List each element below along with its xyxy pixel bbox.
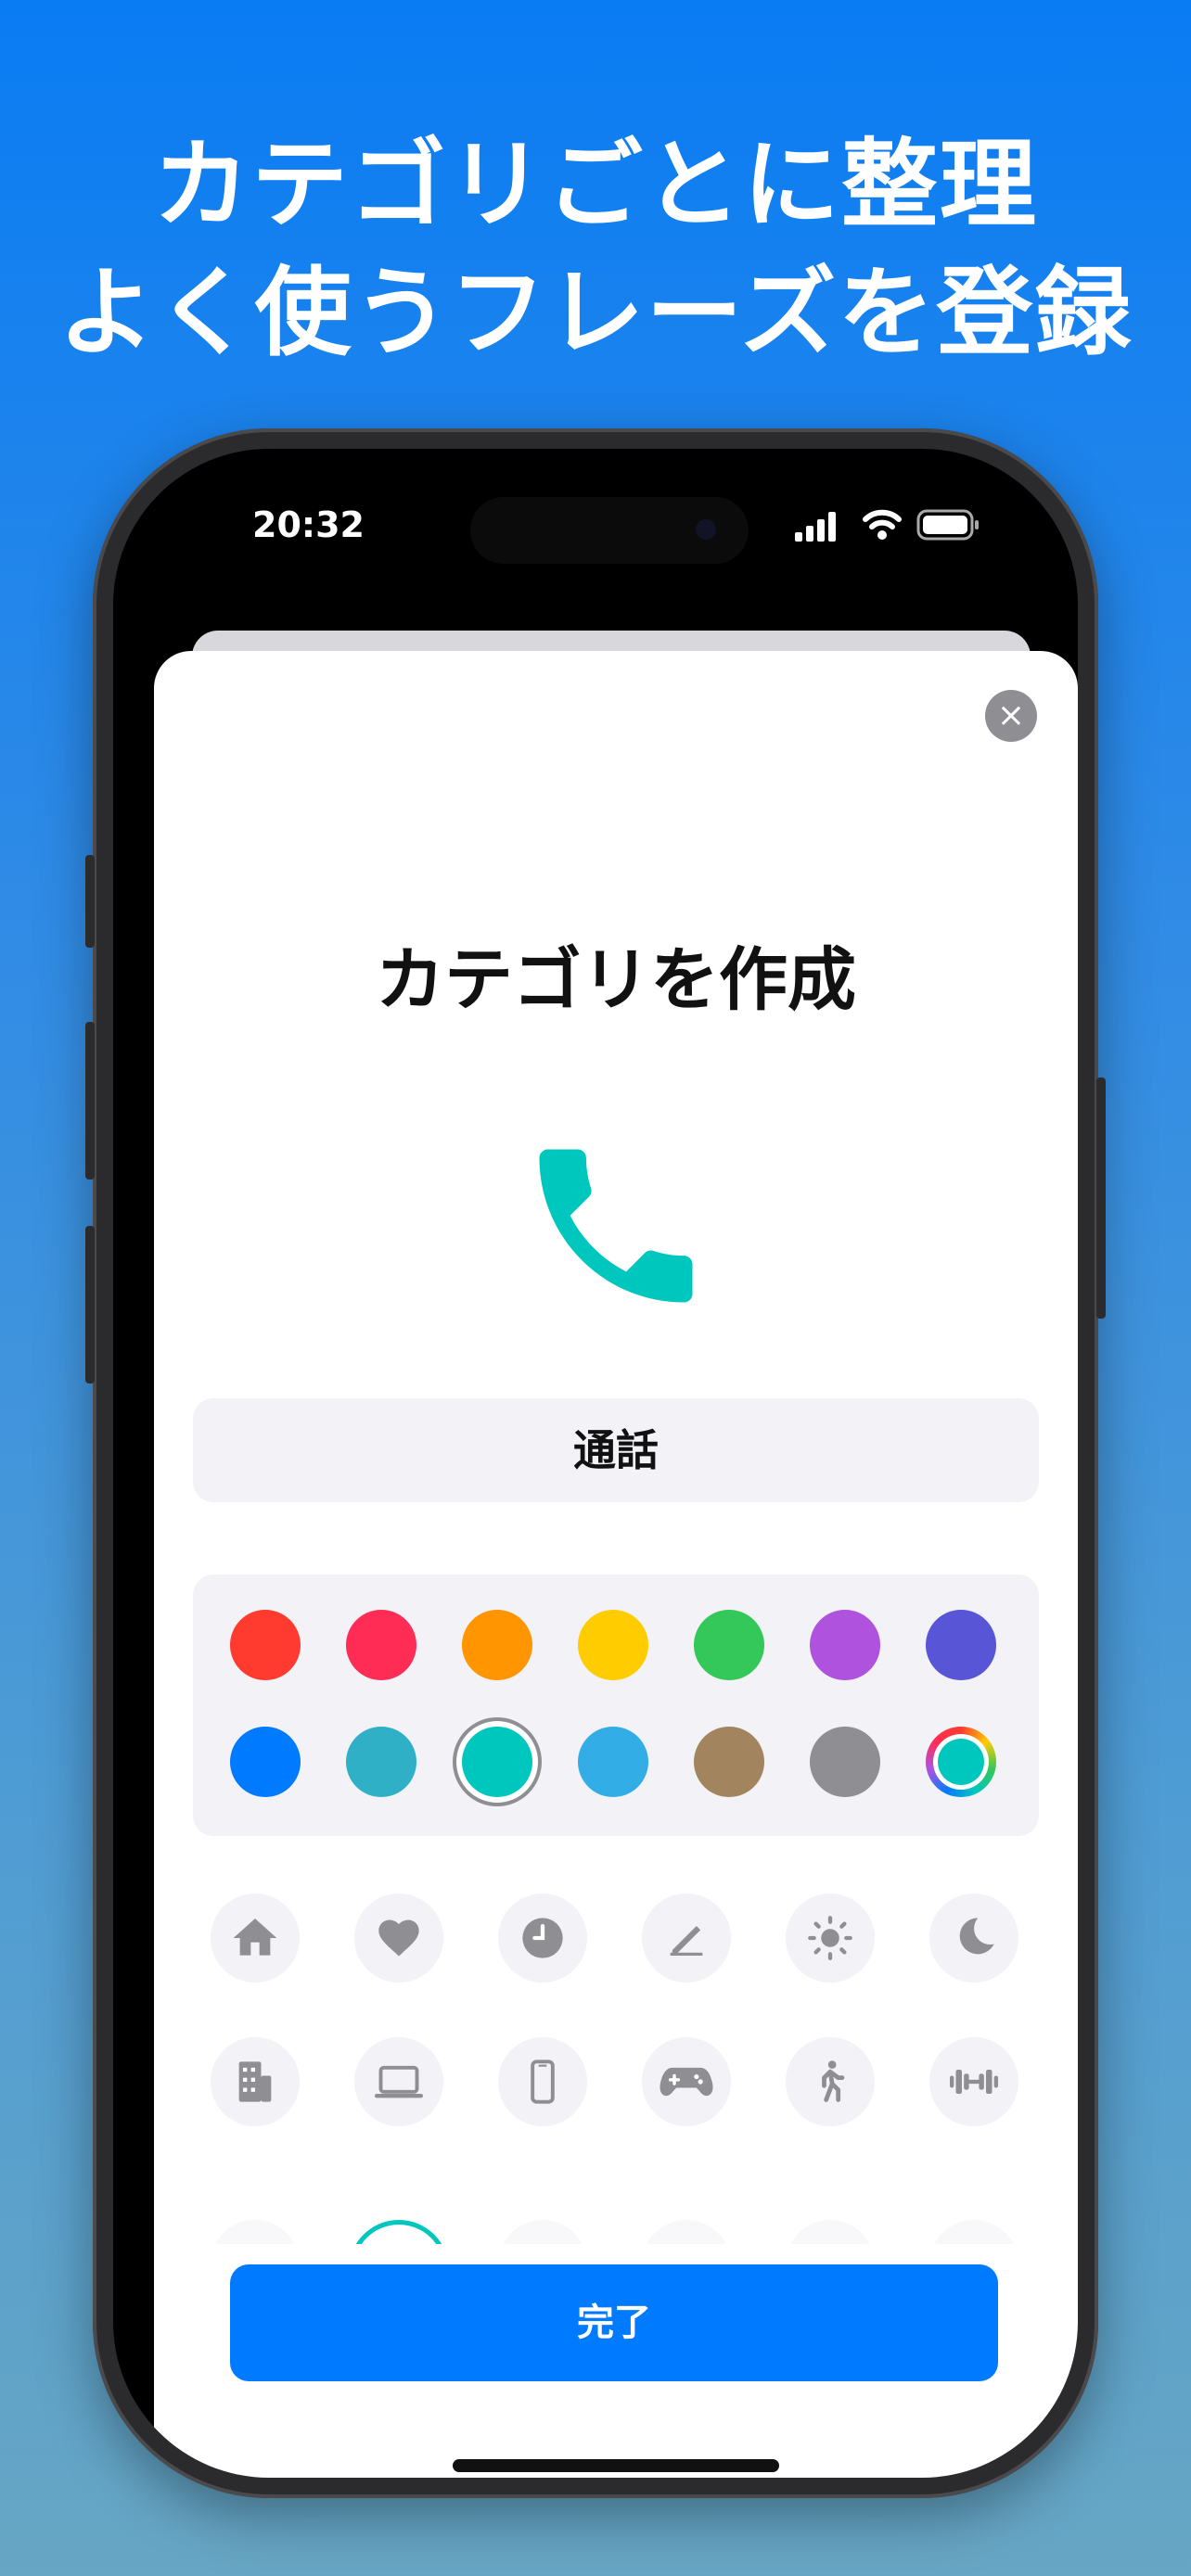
clock-icon (522, 1918, 563, 1958)
icon-option-sun[interactable] (786, 1894, 875, 1983)
icon-option-selected[interactable] (349, 2220, 449, 2244)
icon-option-clipped[interactable] (642, 2220, 731, 2244)
sun-icon (808, 1916, 852, 1960)
done-button[interactable]: 完了 (230, 2264, 998, 2381)
action-button (85, 855, 95, 948)
icon-option-gamecontroller[interactable] (642, 2037, 731, 2126)
category-name-field[interactable]: 通話 (193, 1398, 1039, 1502)
color-swatch-cyan[interactable] (578, 1727, 648, 1797)
color-swatch-brown[interactable] (694, 1727, 764, 1797)
icon-option-building[interactable] (211, 2037, 300, 2126)
icon-option-pencil[interactable] (642, 1894, 731, 1983)
icon-option-clipped[interactable] (498, 2220, 587, 2244)
walking-icon (822, 2060, 845, 2102)
cellular-signal-icon (795, 512, 836, 542)
smartphone-icon (531, 2060, 555, 2104)
icon-option-clipped[interactable] (929, 2220, 1018, 2244)
dumbbell-icon (950, 2070, 998, 2094)
color-swatch-gray[interactable] (810, 1727, 880, 1797)
icon-option-smartphone[interactable] (498, 2037, 587, 2126)
color-swatch-green[interactable] (694, 1610, 764, 1680)
icon-option-dumbbell[interactable] (929, 2037, 1018, 2126)
headline-line-1: カテゴリごとに整理 (152, 128, 1038, 241)
icon-option-laptop[interactable] (354, 2037, 443, 2126)
color-swatch-mint-selected[interactable] (462, 1727, 532, 1797)
status-time: 20:32 (252, 504, 365, 545)
phone-screen: 20:32 × カテゴリを作成 通話 完了 (113, 449, 1078, 2478)
status-bar: 20:32 (113, 449, 1078, 564)
icon-option-moon[interactable] (929, 1894, 1018, 1983)
wifi-icon (863, 509, 902, 540)
power-button (1096, 1078, 1106, 1319)
icon-option-heart[interactable] (354, 1894, 443, 1983)
color-swatch-yellow[interactable] (578, 1610, 648, 1680)
icon-option-walking[interactable] (786, 2037, 875, 2126)
battery-icon (916, 509, 979, 541)
phone-icon (539, 1149, 693, 1303)
close-button[interactable]: × (985, 690, 1037, 742)
custom-color-picker[interactable] (926, 1727, 996, 1797)
sheet-title: カテゴリを作成 (376, 940, 856, 1020)
pencil-icon (670, 1926, 703, 1956)
color-swatch-indigo[interactable] (926, 1610, 996, 1680)
gamecontroller-icon (660, 2067, 713, 2097)
color-picker (193, 1575, 1039, 1836)
house-icon (233, 1919, 277, 1956)
color-swatch-red[interactable] (230, 1610, 301, 1680)
icon-option-house[interactable] (211, 1894, 300, 1983)
icon-option-clipped[interactable] (211, 2220, 300, 2244)
building-icon (238, 2061, 272, 2102)
icon-grid-clipped-row (154, 2201, 1078, 2244)
icon-option-clock[interactable] (498, 1894, 587, 1983)
laptop-icon (375, 2065, 423, 2098)
volume-up-button (85, 1022, 95, 1180)
color-swatch-purple[interactable] (810, 1610, 880, 1680)
heart-icon (378, 1919, 419, 1957)
moon-icon (959, 1918, 994, 1955)
color-swatch-blue[interactable] (230, 1727, 301, 1797)
color-swatch-teal[interactable] (346, 1727, 416, 1797)
home-indicator (453, 2459, 779, 2472)
camera-icon (688, 512, 724, 547)
headline-line-2: よく使うフレーズを登録 (58, 256, 1133, 369)
color-swatch-pink[interactable] (346, 1610, 416, 1680)
icon-option-clipped[interactable] (786, 2220, 875, 2244)
color-swatch-orange[interactable] (462, 1610, 532, 1680)
phone-frame: 20:32 × カテゴリを作成 通話 完了 (85, 428, 1106, 2498)
volume-down-button (85, 1226, 95, 1384)
create-category-sheet: × カテゴリを作成 通話 完了 (154, 651, 1078, 2478)
headline: カテゴリごとに整理 よく使うフレーズを登録 (0, 121, 1191, 376)
